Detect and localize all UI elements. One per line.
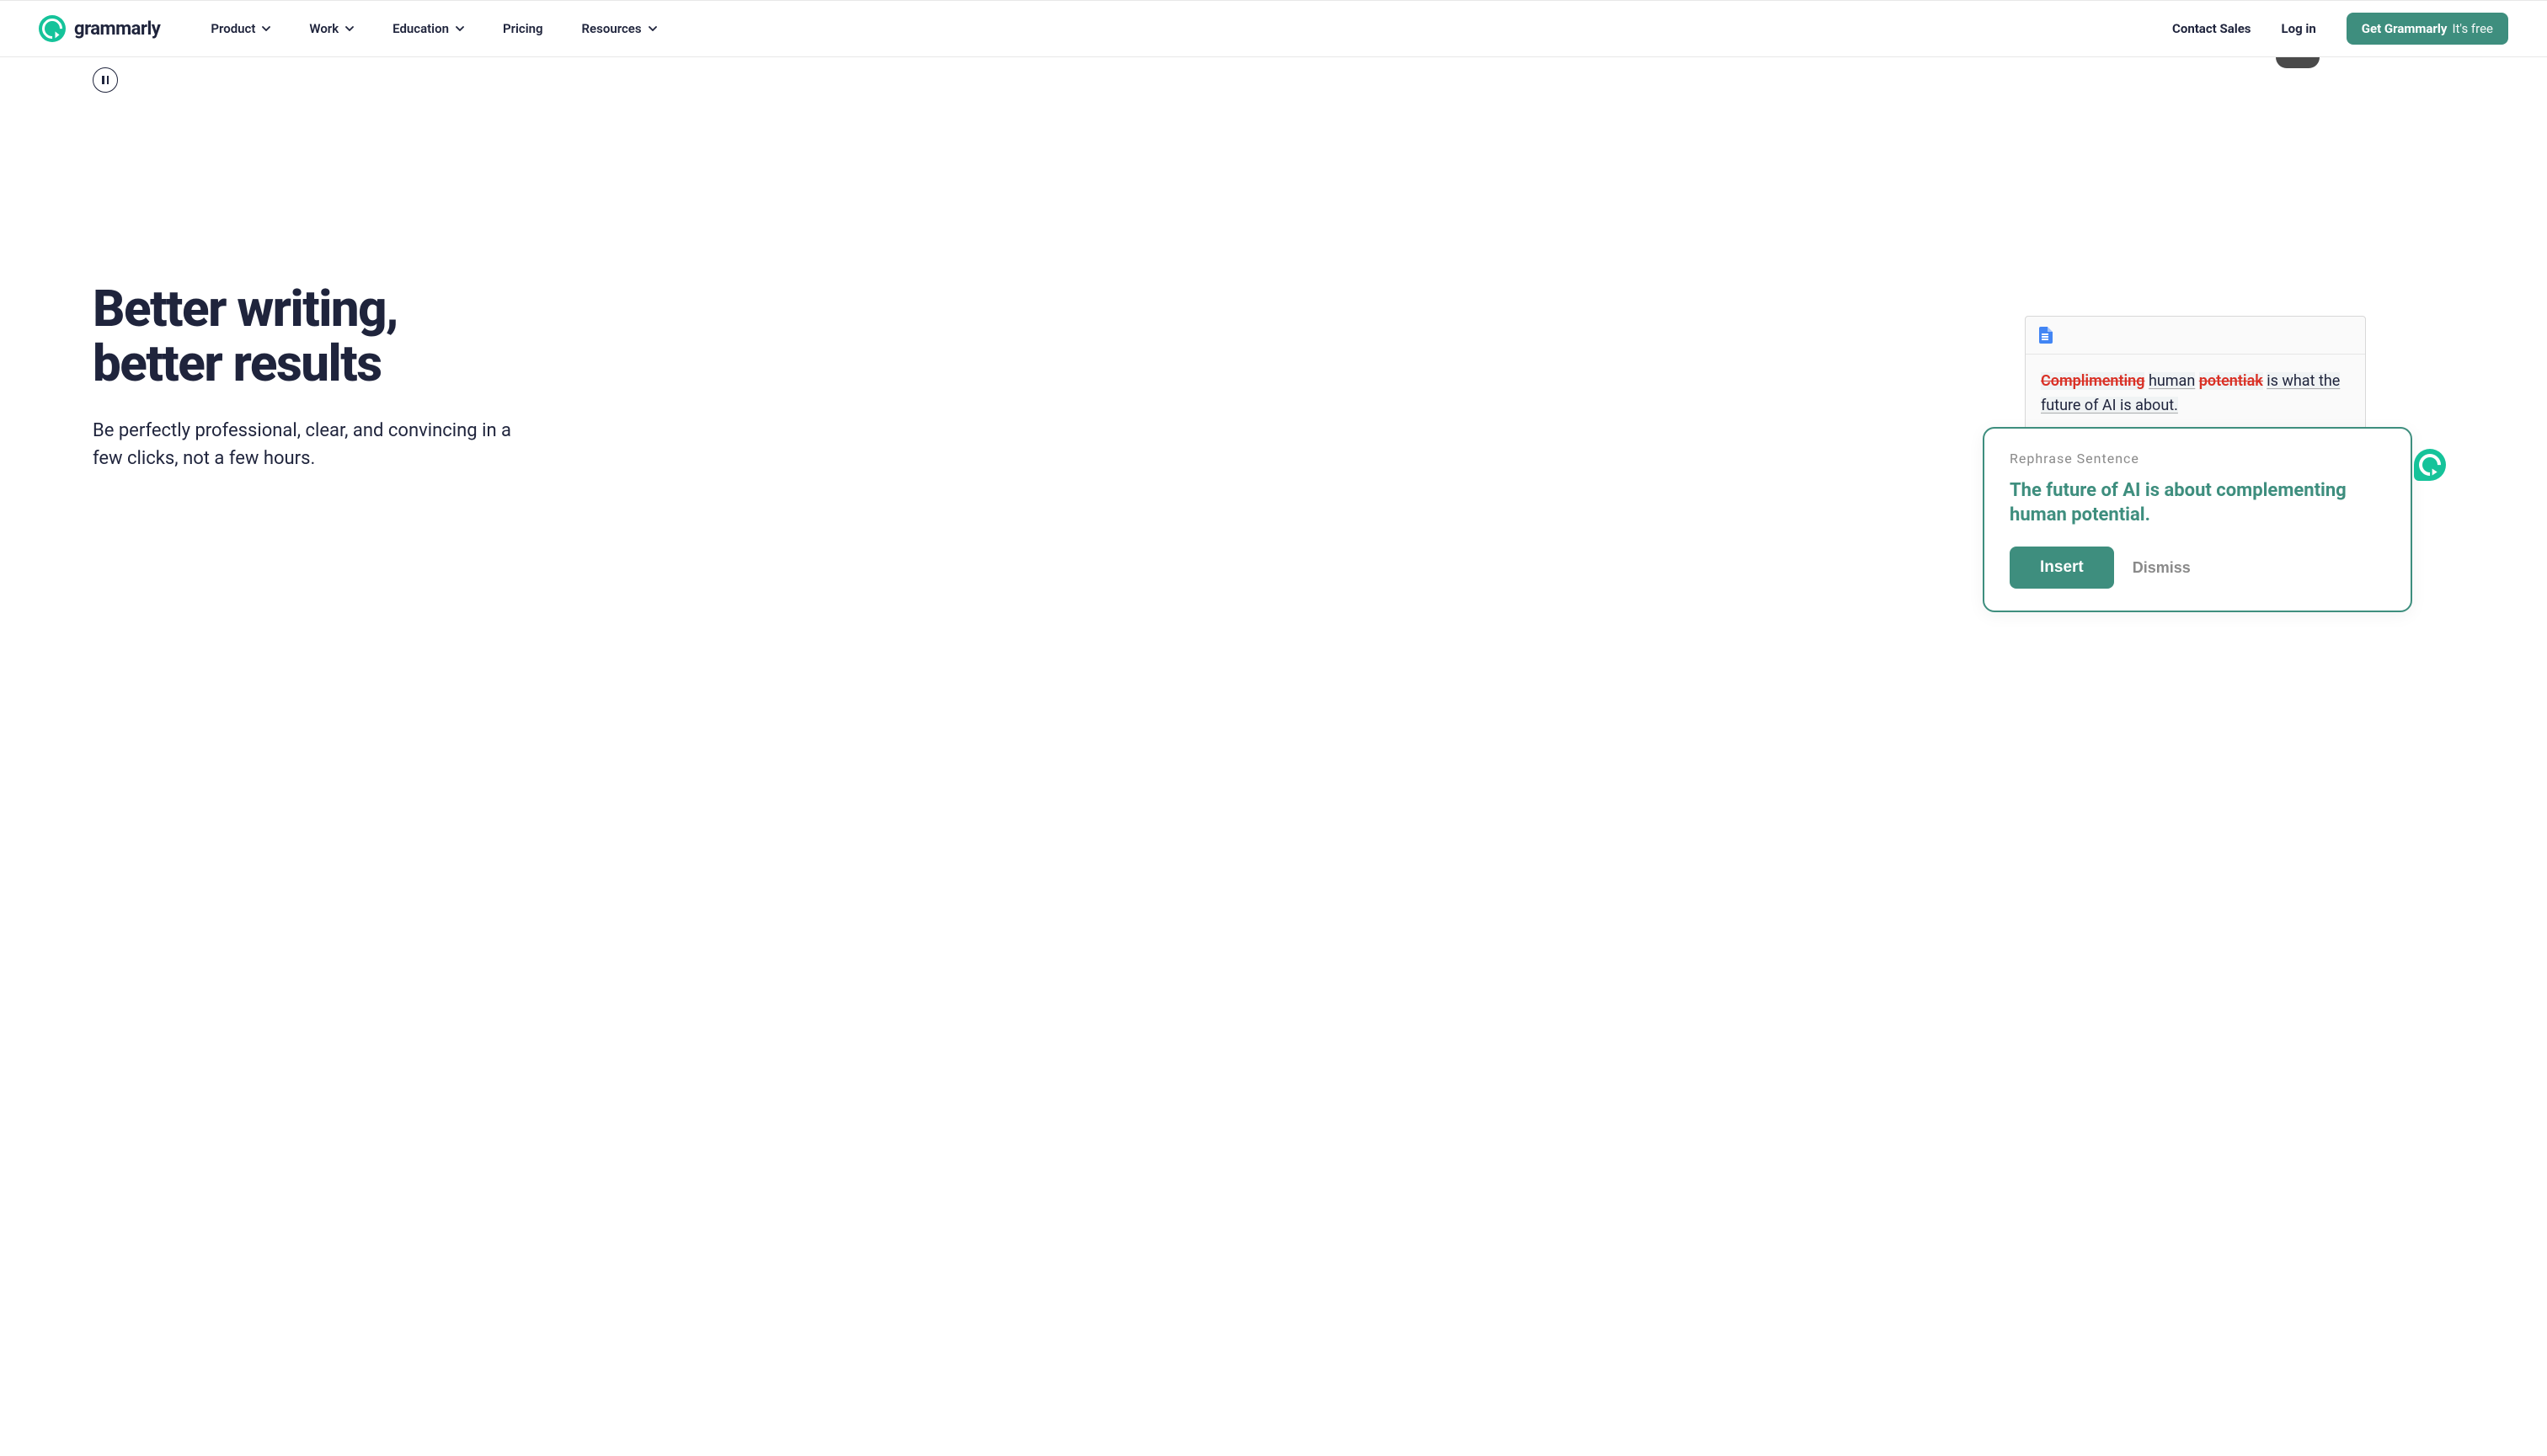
header-left-group: grammarly Product Work Education <box>39 15 657 42</box>
chevron-down-icon <box>456 26 464 31</box>
insert-button[interactable]: Insert <box>2010 547 2114 589</box>
suggestion-text: The future of AI is about complementing … <box>2010 478 2385 528</box>
doc-word-human: human <box>2149 372 2195 390</box>
hero-section: Better writing, better results Be perfec… <box>0 57 2547 697</box>
pause-icon <box>102 76 109 84</box>
header-right-group: Contact Sales Log in Get Grammarly It's … <box>2172 13 2508 45</box>
chevron-down-icon <box>262 26 270 31</box>
nav-label: Work <box>309 21 339 36</box>
chevron-down-icon <box>649 26 657 31</box>
cta-main-text: Get Grammarly <box>2362 21 2448 36</box>
chevron-down-icon <box>345 26 354 31</box>
nav-label: Product <box>211 21 255 36</box>
nav-product[interactable]: Product <box>211 21 270 36</box>
suggestion-actions: Insert Dismiss <box>2010 547 2385 589</box>
cta-sub-text: It's free <box>2452 21 2493 36</box>
hero-heading: Better writing, better results <box>93 282 564 392</box>
main-nav: Product Work Education Pricing <box>211 21 656 36</box>
nav-resources[interactable]: Resources <box>582 21 657 36</box>
logo-text: grammarly <box>74 19 160 40</box>
suggestion-card: Rephrase Sentence The future of AI is ab… <box>1983 427 2412 612</box>
logo-icon <box>39 15 66 42</box>
nav-label: Resources <box>582 21 642 36</box>
avatar-peek <box>2276 57 2320 68</box>
hero-text-block: Better writing, better results Be perfec… <box>93 282 564 472</box>
strikethrough-word-2: potentiak <box>2199 372 2263 390</box>
nav-education[interactable]: Education <box>392 21 464 36</box>
login-link[interactable]: Log in <box>2282 21 2316 36</box>
google-doc-icon <box>2039 327 2053 344</box>
nav-label: Education <box>392 21 449 36</box>
logo[interactable]: grammarly <box>39 15 160 42</box>
dismiss-button[interactable]: Dismiss <box>2133 559 2191 577</box>
nav-label: Pricing <box>503 21 543 36</box>
nav-work[interactable]: Work <box>309 21 354 36</box>
document-header <box>2026 317 2365 355</box>
demo-area: Complimenting human potentiak is what th… <box>1983 316 2454 440</box>
heading-line-2: better results <box>93 333 382 393</box>
nav-pricing[interactable]: Pricing <box>503 21 543 36</box>
heading-line-1: Better writing, <box>93 279 398 339</box>
hero-content: Better writing, better results Be perfec… <box>93 282 2454 472</box>
strikethrough-word-1: Complimenting <box>2041 372 2144 390</box>
suggestion-label: Rephrase Sentence <box>2010 451 2385 467</box>
document-body: Complimenting human potentiak is what th… <box>2026 355 2365 439</box>
pause-button[interactable] <box>93 67 118 93</box>
grammarly-badge-icon[interactable] <box>2414 449 2446 481</box>
main-header: grammarly Product Work Education <box>0 0 2547 57</box>
document-card: Complimenting human potentiak is what th… <box>2025 316 2366 440</box>
get-grammarly-button[interactable]: Get Grammarly It's free <box>2347 13 2508 45</box>
contact-sales-link[interactable]: Contact Sales <box>2172 21 2251 36</box>
hero-subheading: Be perfectly professional, clear, and co… <box>93 417 514 472</box>
